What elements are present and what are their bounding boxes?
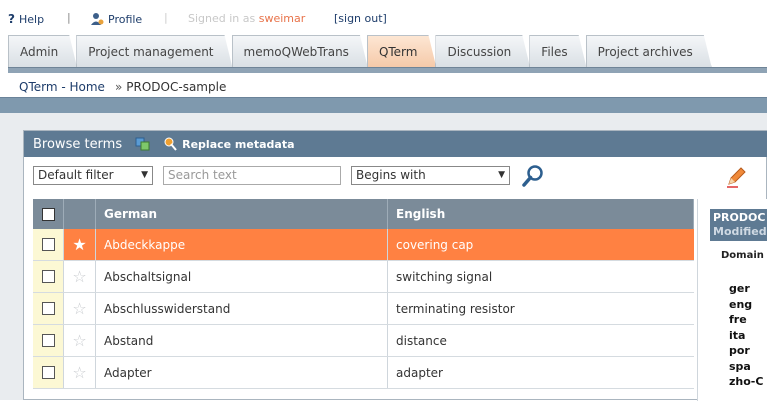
replace-metadata-label: Replace metadata xyxy=(182,137,295,151)
german-term: Adapter xyxy=(96,357,388,388)
german-term: Abschlusswiderstand xyxy=(96,293,388,324)
tab-bar-underline xyxy=(8,67,767,73)
star-outline-icon[interactable]: ☆ xyxy=(72,364,86,381)
row-checkbox-cell xyxy=(33,325,64,356)
favorite-column-header xyxy=(64,199,96,229)
favorite-cell: ☆ xyxy=(64,325,96,356)
help-link[interactable]: ? Help xyxy=(8,12,44,26)
german-term: Abschaltsignal xyxy=(96,261,388,292)
match-mode-value: Begins with xyxy=(356,168,426,182)
tab-memoqwebtrans[interactable]: memoQWebTrans xyxy=(232,35,368,68)
username: sweimar xyxy=(258,12,306,25)
signed-in-status: Signed in as sweimar xyxy=(188,12,305,25)
help-label: Help xyxy=(18,12,45,26)
language-code: zho-C xyxy=(729,375,764,388)
language-code: spa xyxy=(729,359,751,373)
breadcrumb-home-link[interactable]: QTerm - Home xyxy=(19,80,105,94)
star-outline-icon[interactable]: ☆ xyxy=(72,268,86,285)
table-row[interactable]: ☆ Abstand distance xyxy=(33,325,694,357)
tab-project-management[interactable]: Project management xyxy=(76,35,232,68)
table-row[interactable]: ★ Abdeckkappe covering cap xyxy=(33,229,694,261)
language-code: por xyxy=(729,344,750,357)
favorite-cell: ☆ xyxy=(64,261,96,292)
chevron-down-icon: ▼ xyxy=(498,170,505,180)
replace-metadata-button[interactable]: Replace metadata xyxy=(164,137,295,151)
english-term: distance xyxy=(396,333,447,348)
entry-details-header: PRODOC Modified xyxy=(710,209,767,241)
separator: | xyxy=(67,11,71,24)
sign-out-link[interactable]: [sign out] xyxy=(334,12,387,25)
domain-label: Domain xyxy=(721,250,764,261)
english-term: covering cap xyxy=(396,237,474,252)
browse-terms-panel: Browse terms Replace metadata Default fi… xyxy=(23,130,767,401)
entry-details-panel: PRODOC Modified Domain ger eng fre ita p… xyxy=(697,199,767,401)
row-checkbox[interactable] xyxy=(41,270,55,283)
pencil-icon[interactable] xyxy=(724,165,748,189)
header-band xyxy=(0,97,767,113)
language-code: ita xyxy=(729,328,746,342)
tab-files[interactable]: Files xyxy=(529,35,586,68)
german-term: Abdeckkappe xyxy=(96,229,388,260)
terms-table: German English ★ Abdeckkappe covering ca… xyxy=(33,199,694,389)
language-code: fre xyxy=(729,313,747,326)
tab-discussion[interactable]: Discussion xyxy=(435,35,530,68)
favorite-cell: ☆ xyxy=(64,293,96,324)
favorite-cell: ★ xyxy=(64,229,96,260)
breadcrumb-current: PRODOC-sample xyxy=(126,80,227,94)
tab-qterm[interactable]: QTerm xyxy=(367,35,437,68)
profile-link[interactable]: Profile xyxy=(90,12,142,26)
select-all-checkbox[interactable] xyxy=(41,207,55,221)
search-input[interactable]: Search text xyxy=(163,165,341,185)
match-mode-select[interactable]: Begins with ▼ xyxy=(351,165,510,185)
main-tabs: Admin Project management memoQWebTrans Q… xyxy=(8,35,668,68)
column-header-german[interactable]: German xyxy=(96,199,388,229)
row-checkbox[interactable] xyxy=(41,366,55,379)
user-icon xyxy=(91,13,104,25)
panel-title: Browse terms xyxy=(33,136,123,152)
english-term: adapter xyxy=(396,365,443,380)
column-header-english[interactable]: English xyxy=(388,199,694,229)
row-checkbox[interactable] xyxy=(41,302,55,315)
row-checkbox[interactable] xyxy=(41,334,55,347)
german-term: Abstand xyxy=(96,325,388,356)
separator: | xyxy=(164,11,168,24)
row-checkbox[interactable] xyxy=(41,238,55,251)
entries-icon[interactable] xyxy=(134,136,152,152)
table-row[interactable]: ☆ Abschlusswiderstand terminating resist… xyxy=(33,293,694,325)
row-checkbox-cell xyxy=(33,229,64,260)
question-icon: ? xyxy=(8,12,15,26)
favorite-cell: ☆ xyxy=(64,357,96,388)
table-row[interactable]: ☆ Adapter adapter xyxy=(33,357,694,389)
row-checkbox-cell xyxy=(33,357,64,388)
star-outline-icon[interactable]: ☆ xyxy=(72,300,86,317)
tab-project-archives[interactable]: Project archives xyxy=(586,35,712,68)
breadcrumb-separator: » xyxy=(114,80,123,94)
replace-metadata-icon xyxy=(164,137,177,151)
filter-select[interactable]: Default filter ▼ xyxy=(33,165,153,185)
row-checkbox-cell xyxy=(33,293,64,324)
select-all-cell xyxy=(33,199,64,229)
filter-select-value: Default filter xyxy=(38,168,114,182)
star-outline-icon[interactable]: ☆ xyxy=(72,332,86,349)
chevron-down-icon: ▼ xyxy=(141,170,148,180)
search-icon[interactable] xyxy=(521,164,545,188)
language-list: ger eng fre ita por spa zho-C xyxy=(729,281,763,390)
top-bar: ? Help | Profile | Signed in as sweimar … xyxy=(0,0,767,36)
panel-header: Browse terms Replace metadata xyxy=(24,131,767,157)
english-term: terminating resistor xyxy=(396,301,515,316)
english-term: switching signal xyxy=(396,269,493,284)
profile-label: Profile xyxy=(108,12,143,26)
filter-row: Default filter ▼ Search text Begins with… xyxy=(33,165,510,185)
breadcrumb: QTerm - Home » PRODOC-sample xyxy=(19,80,226,94)
signed-in-prefix: Signed in as xyxy=(188,12,256,25)
language-code: eng xyxy=(729,297,753,311)
row-checkbox-cell xyxy=(33,261,64,292)
star-icon[interactable]: ★ xyxy=(72,236,86,253)
table-row[interactable]: ☆ Abschaltsignal switching signal xyxy=(33,261,694,293)
language-code: ger xyxy=(729,282,750,295)
termbase-name: PRODOC xyxy=(713,211,766,224)
tab-admin[interactable]: Admin xyxy=(8,35,77,68)
modified-label: Modified xyxy=(713,225,767,238)
table-header: German English xyxy=(33,199,694,229)
